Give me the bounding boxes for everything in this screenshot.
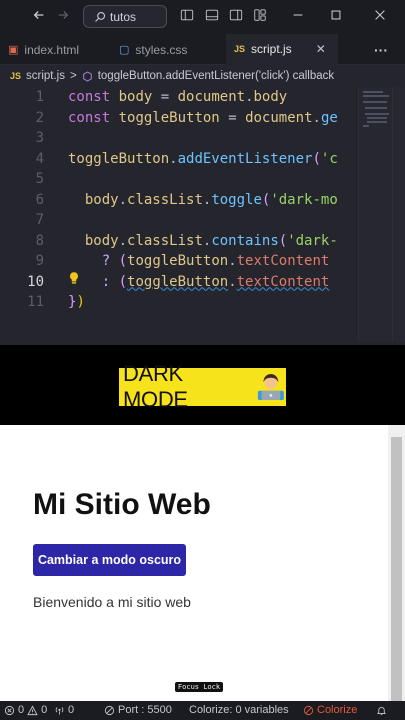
js-file-icon: JS — [10, 71, 22, 81]
code-line: body.classList.contains('dark- — [84, 232, 338, 249]
customize-layout-icon[interactable] — [251, 8, 269, 26]
broadcast-icon — [55, 707, 64, 715]
colorize-label: Colorize — [317, 704, 358, 716]
breadcrumb-separator: > — [70, 70, 77, 82]
line-number: 2 — [35, 109, 44, 126]
minimap[interactable] — [358, 87, 392, 342]
tab-script-js[interactable]: JS script.js ✕ — [226, 34, 338, 65]
search-text: tutos — [110, 9, 137, 24]
more-actions-icon: ··· — [374, 41, 388, 58]
forward-arrow-icon[interactable] — [54, 8, 72, 26]
more-actions-button[interactable]: ··· — [366, 34, 396, 65]
command-center-search[interactable]: tutos — [83, 5, 167, 28]
search-icon — [95, 11, 106, 22]
port-label: Port : 5500 — [118, 704, 172, 716]
editor-scrollbar[interactable] — [392, 87, 405, 342]
problems-indicator[interactable]: 0 0 — [4, 701, 47, 720]
line-number: 11 — [27, 294, 44, 310]
line-number: 3 — [35, 130, 44, 146]
code-line: const toggleButton = document.ge — [68, 109, 338, 126]
tab-styles-css[interactable]: ▢ styles.css — [111, 34, 224, 65]
colorize-variables[interactable]: Colorize: 0 variables — [189, 701, 289, 720]
toggle-secondary-sidebar-icon[interactable] — [227, 8, 245, 26]
error-count: 0 — [18, 704, 25, 716]
warning-icon — [27, 705, 38, 716]
line-number: 4 — [35, 150, 44, 167]
code-line-current: : (toggleButton.textContent — [101, 273, 330, 290]
code-editor[interactable]: 1 2 3 4 5 6 7 8 9 10 11 const body = doc… — [0, 87, 405, 345]
focus-lock-overlay: Focus Lock — [175, 682, 223, 692]
live-server-port[interactable]: Port : 5500 — [104, 701, 172, 720]
line-number: 7 — [35, 212, 44, 228]
line-number-gutter: 1 2 3 4 5 6 7 8 9 10 11 — [0, 87, 58, 345]
toggle-panel-icon[interactable] — [203, 8, 221, 26]
dark-mode-caption: DARK MODE — [119, 361, 286, 412]
title-bar: tutos — [0, 0, 405, 34]
close-icon[interactable] — [371, 8, 389, 26]
warning-count: 0 — [41, 704, 48, 716]
ports-indicator[interactable]: 0 — [54, 701, 74, 720]
site-title: Mi Sitio Web — [33, 488, 211, 521]
technologist-emoji-icon — [258, 373, 285, 401]
error-icon — [4, 705, 15, 716]
no-entry-icon — [104, 705, 115, 716]
js-file-icon: JS — [234, 44, 246, 54]
minimize-icon[interactable] — [289, 8, 307, 26]
status-bar: 0 0 0 Port : 5500 Colorize: 0 variables … — [0, 701, 405, 720]
editor-tabs: ▣ index.html ▢ styles.css JS script.js ✕… — [0, 34, 405, 65]
notifications-button[interactable] — [376, 701, 387, 720]
code-line: const body = document.body — [68, 89, 288, 105]
line-number: 8 — [35, 232, 44, 249]
toggle-dark-mode-button[interactable]: Cambiar a modo oscuro — [33, 544, 186, 576]
breadcrumb-symbol[interactable]: toggleButton.addEventListener('click') c… — [98, 70, 334, 82]
breadcrumb-file[interactable]: script.js — [26, 70, 65, 82]
bell-icon — [377, 707, 386, 716]
code-lines: const body = document.body const toggleB… — [68, 87, 353, 345]
css-file-icon: ▢ — [119, 44, 130, 56]
maximize-icon[interactable] — [327, 8, 345, 26]
close-tab-icon[interactable]: ✕ — [316, 42, 326, 56]
caption-text: DARK MODE — [123, 361, 188, 412]
symbol-method-icon — [82, 71, 92, 81]
tab-label: script.js — [251, 42, 292, 56]
code-line: toggleButton.addEventListener('c — [68, 150, 338, 167]
tab-index-html[interactable]: ▣ index.html — [0, 34, 108, 65]
no-entry-icon — [303, 705, 314, 716]
colorize-toggle[interactable]: Colorize — [303, 701, 357, 720]
toggle-sidebar-icon[interactable] — [178, 8, 196, 26]
line-number-current: 10 — [27, 273, 44, 290]
welcome-text: Bienvenido a mi sitio web — [33, 594, 191, 610]
line-number: 1 — [35, 89, 44, 105]
preview-scrollbar-thumb[interactable] — [391, 437, 402, 701]
html-file-icon: ▣ — [8, 44, 19, 56]
code-line: ? (toggleButton.textContent — [101, 253, 330, 269]
tab-label: styles.css — [135, 42, 188, 57]
back-arrow-icon[interactable] — [30, 8, 48, 26]
code-line: }) — [68, 294, 85, 310]
line-number: 9 — [35, 253, 44, 269]
breadcrumb: JS script.js > toggleButton.addEventList… — [0, 65, 405, 87]
tab-label: index.html — [24, 42, 80, 57]
colorize-variables-label: Colorize: 0 variables — [189, 704, 289, 716]
code-line: body.classList.toggle('dark-mo — [84, 191, 338, 208]
line-number: 6 — [35, 191, 44, 208]
ports-count: 0 — [68, 704, 75, 716]
line-number: 5 — [35, 171, 44, 187]
